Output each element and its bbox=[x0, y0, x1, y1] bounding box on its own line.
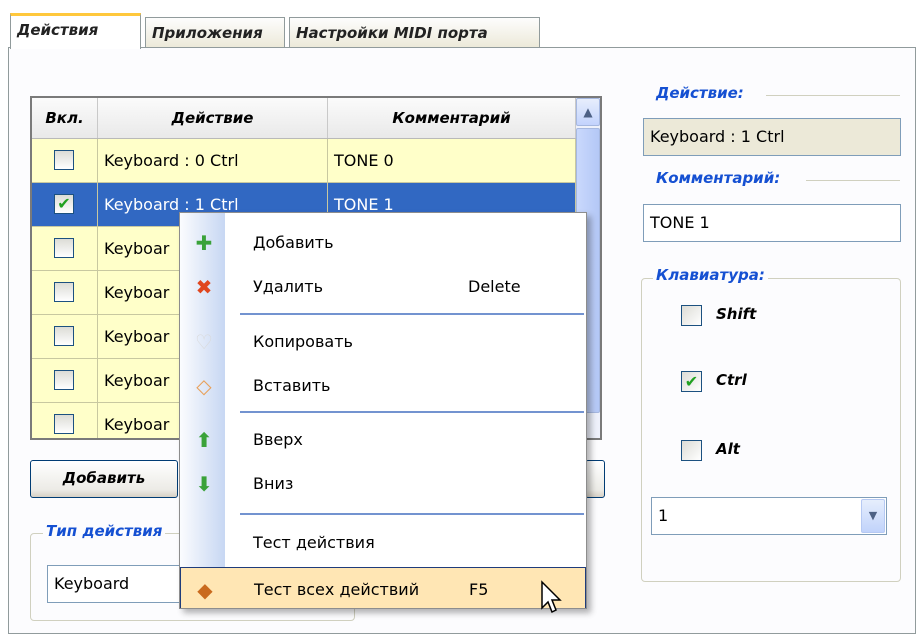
menu-item-label: Вниз bbox=[253, 474, 294, 493]
column-header-enabled[interactable]: Вкл. bbox=[32, 98, 98, 138]
copy-icon: ♡ bbox=[195, 330, 213, 354]
menu-item-label: Тест действия bbox=[253, 533, 375, 552]
add-button[interactable]: Добавить bbox=[30, 460, 178, 498]
menu-item-label: Вставить bbox=[253, 376, 331, 395]
context-menu: ✚ Добавить ✖ Удалить Delete ♡ Копировать ◇ Встав… bbox=[179, 212, 587, 609]
menu-separator bbox=[240, 313, 584, 315]
menu-separator bbox=[240, 411, 584, 413]
shift-checkbox[interactable] bbox=[681, 305, 702, 326]
arrow-down-icon: ⬇ bbox=[195, 472, 213, 496]
paste-icon: ◇ bbox=[196, 374, 212, 398]
menu-item-shortcut: F5 bbox=[469, 580, 489, 599]
arrow-up-icon: ⬆ bbox=[195, 428, 213, 452]
cell-enabled[interactable] bbox=[32, 315, 98, 358]
tab-applications[interactable]: Приложения bbox=[145, 17, 285, 48]
menu-item-shortcut: Delete bbox=[468, 277, 521, 296]
tab-midi-settings[interactable]: Настройки MIDI порта bbox=[289, 17, 540, 48]
cell-enabled[interactable] bbox=[32, 139, 98, 182]
column-header-comment[interactable]: Комментарий bbox=[328, 98, 576, 138]
action-type-select[interactable]: Keyboard bbox=[47, 565, 187, 603]
key-select[interactable]: 1 ▼ bbox=[651, 497, 887, 535]
chevron-down-icon[interactable]: ▼ bbox=[861, 499, 885, 533]
tab-actions[interactable]: Действия bbox=[10, 13, 141, 49]
diamond-icon: ◆ bbox=[197, 578, 213, 602]
menu-item-label: Добавить bbox=[253, 233, 334, 252]
row-checkbox[interactable]: ✔ bbox=[54, 194, 74, 214]
table-row[interactable]: Keyboard : 0 Ctrl TONE 0 bbox=[32, 139, 576, 183]
ctrl-label: Ctrl bbox=[716, 371, 747, 389]
menu-item[interactable]: Тест действия bbox=[180, 521, 586, 565]
delete-x-icon: ✖ bbox=[195, 275, 213, 299]
row-checkbox[interactable] bbox=[54, 370, 74, 390]
row-checkbox[interactable] bbox=[54, 282, 74, 302]
comment-label-line bbox=[806, 180, 900, 181]
menu-item[interactable]: ⬇ Вниз bbox=[180, 462, 586, 506]
shift-label: Shift bbox=[716, 305, 757, 323]
menu-separator bbox=[240, 513, 584, 515]
cell-enabled[interactable] bbox=[32, 359, 98, 402]
menu-item[interactable]: ⬆ Вверх bbox=[180, 418, 586, 462]
hidden-button-edge[interactable] bbox=[585, 460, 605, 498]
action-field: Keyboard : 1 Ctrl bbox=[643, 118, 901, 156]
row-checkbox[interactable] bbox=[54, 238, 74, 258]
column-header-action[interactable]: Действие bbox=[98, 98, 328, 138]
menu-item[interactable]: ✖ Удалить Delete bbox=[180, 265, 586, 309]
row-checkbox[interactable] bbox=[54, 150, 74, 170]
menu-item-label: Удалить bbox=[253, 277, 323, 296]
grid-header: Вкл. Действие Комментарий bbox=[32, 98, 576, 139]
comment-field[interactable]: TONE 1 bbox=[643, 204, 901, 242]
action-type-label: Тип действия bbox=[43, 522, 166, 540]
row-checkbox[interactable] bbox=[54, 414, 74, 434]
cell-enabled[interactable] bbox=[32, 227, 98, 270]
row-checkbox[interactable] bbox=[54, 326, 74, 346]
mouse-cursor-icon bbox=[541, 580, 562, 614]
menu-item-label: Копировать bbox=[253, 332, 353, 351]
cell-comment[interactable]: TONE 0 bbox=[328, 139, 576, 182]
menu-item[interactable]: ✚ Добавить bbox=[180, 221, 586, 265]
menu-item[interactable]: ◆ Тест всех действий F5 bbox=[180, 567, 586, 608]
plus-icon: ✚ bbox=[195, 231, 213, 255]
ctrl-checkbox[interactable]: ✔ bbox=[681, 371, 702, 392]
keyboard-label: Клавиатура: bbox=[653, 266, 768, 284]
menu-item[interactable]: ♡ Копировать bbox=[180, 320, 586, 364]
alt-checkbox[interactable] bbox=[681, 440, 702, 461]
alt-label: Alt bbox=[716, 440, 740, 458]
cell-action[interactable]: Keyboard : 0 Ctrl bbox=[98, 139, 328, 182]
action-label-line bbox=[766, 95, 900, 96]
scroll-up-button[interactable]: ▲ bbox=[576, 98, 600, 126]
comment-label: Комментарий: bbox=[653, 169, 784, 187]
menu-item[interactable]: ◇ Вставить bbox=[180, 364, 586, 408]
keyboard-group bbox=[641, 278, 901, 582]
action-label: Действие: bbox=[653, 84, 747, 102]
menu-item-label: Тест всех действий bbox=[254, 580, 420, 599]
cell-enabled[interactable] bbox=[32, 271, 98, 314]
cell-enabled[interactable]: ✔ bbox=[32, 183, 98, 226]
menu-item-label: Вверх bbox=[253, 430, 303, 449]
cell-enabled[interactable] bbox=[32, 403, 98, 438]
key-select-value: 1 bbox=[658, 506, 669, 525]
